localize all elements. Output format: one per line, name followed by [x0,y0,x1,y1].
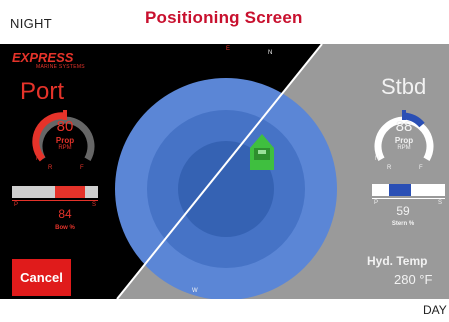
stbd-gauge-tick-n: N [375,156,380,162]
port-bow-label: Bow % [55,225,75,231]
port-gauge-tick-f: F [80,165,84,171]
stbd-stern-slider[interactable] [372,184,445,199]
stbd-stern-value: 59 [396,204,410,218]
position-radar[interactable] [115,78,337,299]
compass-marker-w: W [192,288,198,294]
cancel-button[interactable]: Cancel [12,259,71,296]
port-bow-slider[interactable] [12,186,98,201]
stbd-gauge-tick-r: R [387,165,392,171]
positioning-screen: EXPRESS MARINE SYSTEMS Port 80 Prop RPM … [0,44,449,299]
page-title: Positioning Screen [145,8,303,27]
port-gauge-tick-r: R [48,165,53,171]
port-bow-value: 84 [58,207,72,221]
stbd-rpm-value: 88 [395,118,413,135]
port-rpm-unit: RPM [58,145,72,151]
stbd-label: Stbd [381,74,427,99]
stbd-rpm-unit: RPM [397,145,411,151]
day-mode-label: DAY [423,303,447,317]
stbd-rpm-label: Prop [394,136,414,145]
stbd-gauge-tick-f: F [419,165,423,171]
port-gauge-tick-n: N [36,156,41,162]
port-label: Port [20,78,65,105]
brand-tagline: MARINE SYSTEMS [36,64,85,70]
stbd-slider-tick-p: P [374,200,379,206]
compass-marker-n: N [268,50,273,56]
port-slider-tick-s: S [92,202,97,208]
night-mode-label: NIGHT [10,16,52,31]
hyd-temp-label: Hyd. Temp [367,254,428,268]
compass-marker-e: E [226,46,231,52]
stbd-stern-label: Stern % [391,221,415,227]
port-rpm-label: Prop [55,136,75,145]
brand-logo: EXPRESS [12,50,74,65]
hyd-temp-value: 280 °F [394,272,433,287]
port-rpm-value: 80 [56,118,74,135]
stbd-slider-tick-s: S [438,200,443,206]
port-slider-tick-p: P [14,202,19,208]
